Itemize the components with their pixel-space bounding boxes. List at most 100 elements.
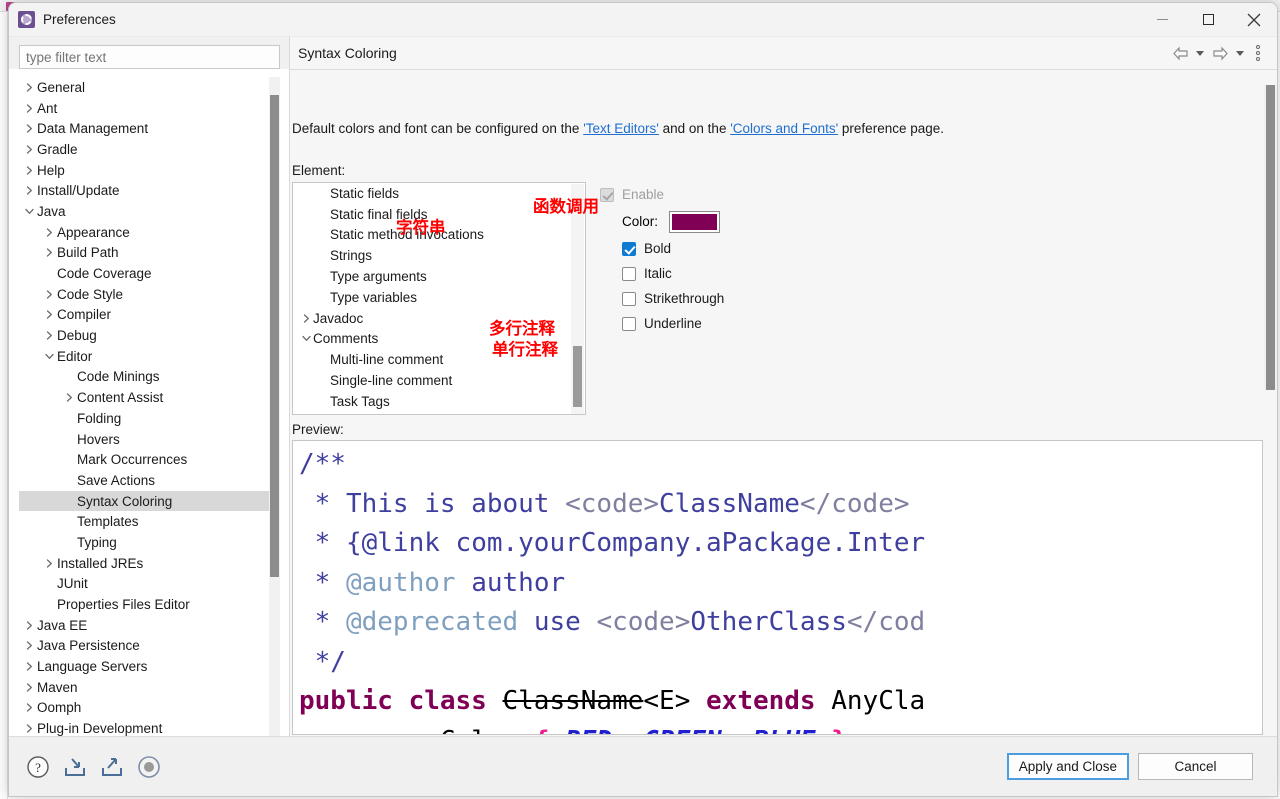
page-scrollbar-thumb[interactable] xyxy=(1266,85,1275,390)
sidebar-item-mark-occurrences[interactable]: Mark Occurrences xyxy=(19,449,280,470)
bold-checkbox[interactable] xyxy=(622,241,636,256)
maximize-button[interactable] xyxy=(1185,3,1231,37)
element-item-type-variables[interactable]: Type variables xyxy=(293,287,585,308)
sidebar-item-gradle[interactable]: Gradle xyxy=(19,139,280,160)
sidebar-item-ant[interactable]: Ant xyxy=(19,98,280,119)
back-arrow-icon[interactable] xyxy=(1169,42,1191,64)
element-list-scrollbar-thumb[interactable] xyxy=(573,346,582,407)
element-item-comments[interactable]: Comments xyxy=(293,329,585,350)
sidebar-item-folding[interactable]: Folding xyxy=(19,408,280,429)
element-item-type-arguments[interactable]: Type arguments xyxy=(293,266,585,287)
element-item-single-line-comment[interactable]: Single-line comment xyxy=(293,370,585,391)
chevron-right-icon[interactable] xyxy=(21,621,37,630)
strikethrough-checkbox-row[interactable]: Strikethrough xyxy=(622,286,724,311)
chevron-right-icon[interactable] xyxy=(41,290,57,299)
import-icon[interactable] xyxy=(62,754,88,780)
cancel-button[interactable]: Cancel xyxy=(1138,753,1253,780)
element-list[interactable]: Static fields Static final fields Static m… xyxy=(292,182,586,415)
sidebar-item-content-assist[interactable]: Content Assist xyxy=(19,387,280,408)
chevron-right-icon[interactable] xyxy=(41,248,57,257)
sidebar-item-general[interactable]: General xyxy=(19,77,280,98)
chevron-right-icon[interactable] xyxy=(21,103,37,113)
chevron-down-icon[interactable] xyxy=(21,207,37,216)
sidebar-item-hovers[interactable]: Hovers xyxy=(19,429,280,450)
chevron-right-icon[interactable] xyxy=(21,641,37,651)
underline-checkbox[interactable] xyxy=(622,316,636,331)
chevron-right-icon[interactable] xyxy=(41,559,57,568)
export-icon[interactable] xyxy=(99,754,125,780)
sidebar-item-compiler[interactable]: Compiler xyxy=(19,305,280,326)
element-item-static-method-invocations[interactable]: Static method invocations xyxy=(293,225,585,246)
sidebar-item-properties-files-editor[interactable]: Properties Files Editor xyxy=(19,594,280,615)
preferences-tree[interactable]: General Ant Data Management Gradle Help Insta… xyxy=(19,77,280,769)
sidebar-item-typing[interactable]: Typing xyxy=(19,532,280,553)
element-item-multi-line-comment[interactable]: Multi-line comment xyxy=(293,349,585,370)
chevron-right-icon[interactable] xyxy=(21,124,37,133)
tree-scrollbar-thumb[interactable] xyxy=(270,95,279,577)
element-item-static-final-fields[interactable]: Static final fields xyxy=(293,204,585,225)
element-item-strings[interactable]: Strings xyxy=(293,245,585,266)
sidebar-item-debug[interactable]: Debug xyxy=(19,325,280,346)
kebab-menu-icon[interactable] xyxy=(1249,42,1267,64)
chevron-right-icon[interactable] xyxy=(21,683,37,692)
sidebar-item-java[interactable]: Java xyxy=(19,201,280,222)
italic-checkbox-row[interactable]: Italic xyxy=(622,261,724,286)
chevron-right-icon[interactable] xyxy=(21,662,37,671)
chevron-down-icon[interactable] xyxy=(299,334,313,343)
sidebar-item-appearance[interactable]: Appearance xyxy=(19,222,280,243)
element-item-static-fields[interactable]: Static fields xyxy=(293,183,585,204)
close-button[interactable] xyxy=(1231,3,1277,37)
sidebar-item-junit[interactable]: JUnit xyxy=(19,574,280,595)
sidebar-item-code-minings[interactable]: Code Minings xyxy=(19,367,280,388)
sidebar-item-syntax-coloring[interactable]: Syntax Coloring xyxy=(19,490,280,512)
tree-scrollbar[interactable] xyxy=(269,77,280,769)
sidebar-item-java-ee[interactable]: Java EE xyxy=(19,615,280,636)
filter-input[interactable] xyxy=(19,45,280,69)
chevron-right-icon[interactable] xyxy=(41,331,57,340)
italic-checkbox[interactable] xyxy=(622,266,636,281)
bold-checkbox-row[interactable]: Bold xyxy=(622,236,724,261)
text-editors-link[interactable]: 'Text Editors' xyxy=(583,121,659,136)
forward-dropdown-icon[interactable] xyxy=(1233,42,1247,64)
sidebar-item-save-actions[interactable]: Save Actions xyxy=(19,470,280,491)
chevron-right-icon[interactable] xyxy=(21,83,37,92)
chevron-right-icon[interactable] xyxy=(41,228,57,237)
sidebar-item-templates[interactable]: Templates xyxy=(19,511,280,532)
record-icon[interactable] xyxy=(136,754,162,780)
apply-and-close-button[interactable]: Apply and Close xyxy=(1006,753,1129,780)
sidebar-item-oomph[interactable]: Oomph xyxy=(19,698,280,719)
chevron-right-icon[interactable] xyxy=(41,310,57,320)
chevron-right-icon[interactable] xyxy=(21,165,37,175)
color-swatch-button[interactable] xyxy=(669,210,721,233)
element-list-scrollbar[interactable] xyxy=(571,184,584,414)
sidebar-item-help[interactable]: Help xyxy=(19,160,280,181)
help-icon[interactable]: ? xyxy=(25,754,51,780)
minimize-button[interactable] xyxy=(1139,3,1185,37)
back-dropdown-icon[interactable] xyxy=(1193,42,1207,64)
colors-and-fonts-link[interactable]: 'Colors and Fonts' xyxy=(730,121,838,136)
sidebar-item-data-management[interactable]: Data Management xyxy=(19,118,280,139)
forward-arrow-icon[interactable] xyxy=(1209,42,1231,64)
chevron-right-icon[interactable] xyxy=(21,703,37,713)
strikethrough-checkbox[interactable] xyxy=(622,291,636,306)
underline-checkbox-row[interactable]: Underline xyxy=(622,311,724,336)
sidebar-item-maven[interactable]: Maven xyxy=(19,677,280,698)
sidebar-item-java-persistence[interactable]: Java Persistence xyxy=(19,636,280,657)
chevron-right-icon[interactable] xyxy=(299,314,313,323)
preview-pane[interactable]: /** * This is about <code>ClassName</cod… xyxy=(292,440,1263,735)
sidebar-item-editor[interactable]: Editor xyxy=(19,346,280,367)
chevron-right-icon[interactable] xyxy=(21,145,37,154)
element-item-task-tags[interactable]: Task Tags xyxy=(293,391,585,412)
enable-checkbox-row[interactable]: Enable xyxy=(600,182,724,207)
sidebar-item-installed-jres[interactable]: Installed JREs xyxy=(19,553,280,574)
sidebar-item-code-coverage[interactable]: Code Coverage xyxy=(19,263,280,284)
element-item-javadoc[interactable]: Javadoc xyxy=(293,308,585,329)
chevron-right-icon[interactable] xyxy=(21,186,37,195)
chevron-down-icon[interactable] xyxy=(41,352,57,361)
sidebar-item-code-style[interactable]: Code Style xyxy=(19,284,280,305)
sidebar-item-build-path[interactable]: Build Path xyxy=(19,243,280,264)
sidebar-item-language-servers[interactable]: Language Servers xyxy=(19,656,280,677)
chevron-right-icon[interactable] xyxy=(61,393,77,402)
enable-checkbox[interactable] xyxy=(600,187,614,202)
sidebar-item-install-update[interactable]: Install/Update xyxy=(19,180,280,201)
